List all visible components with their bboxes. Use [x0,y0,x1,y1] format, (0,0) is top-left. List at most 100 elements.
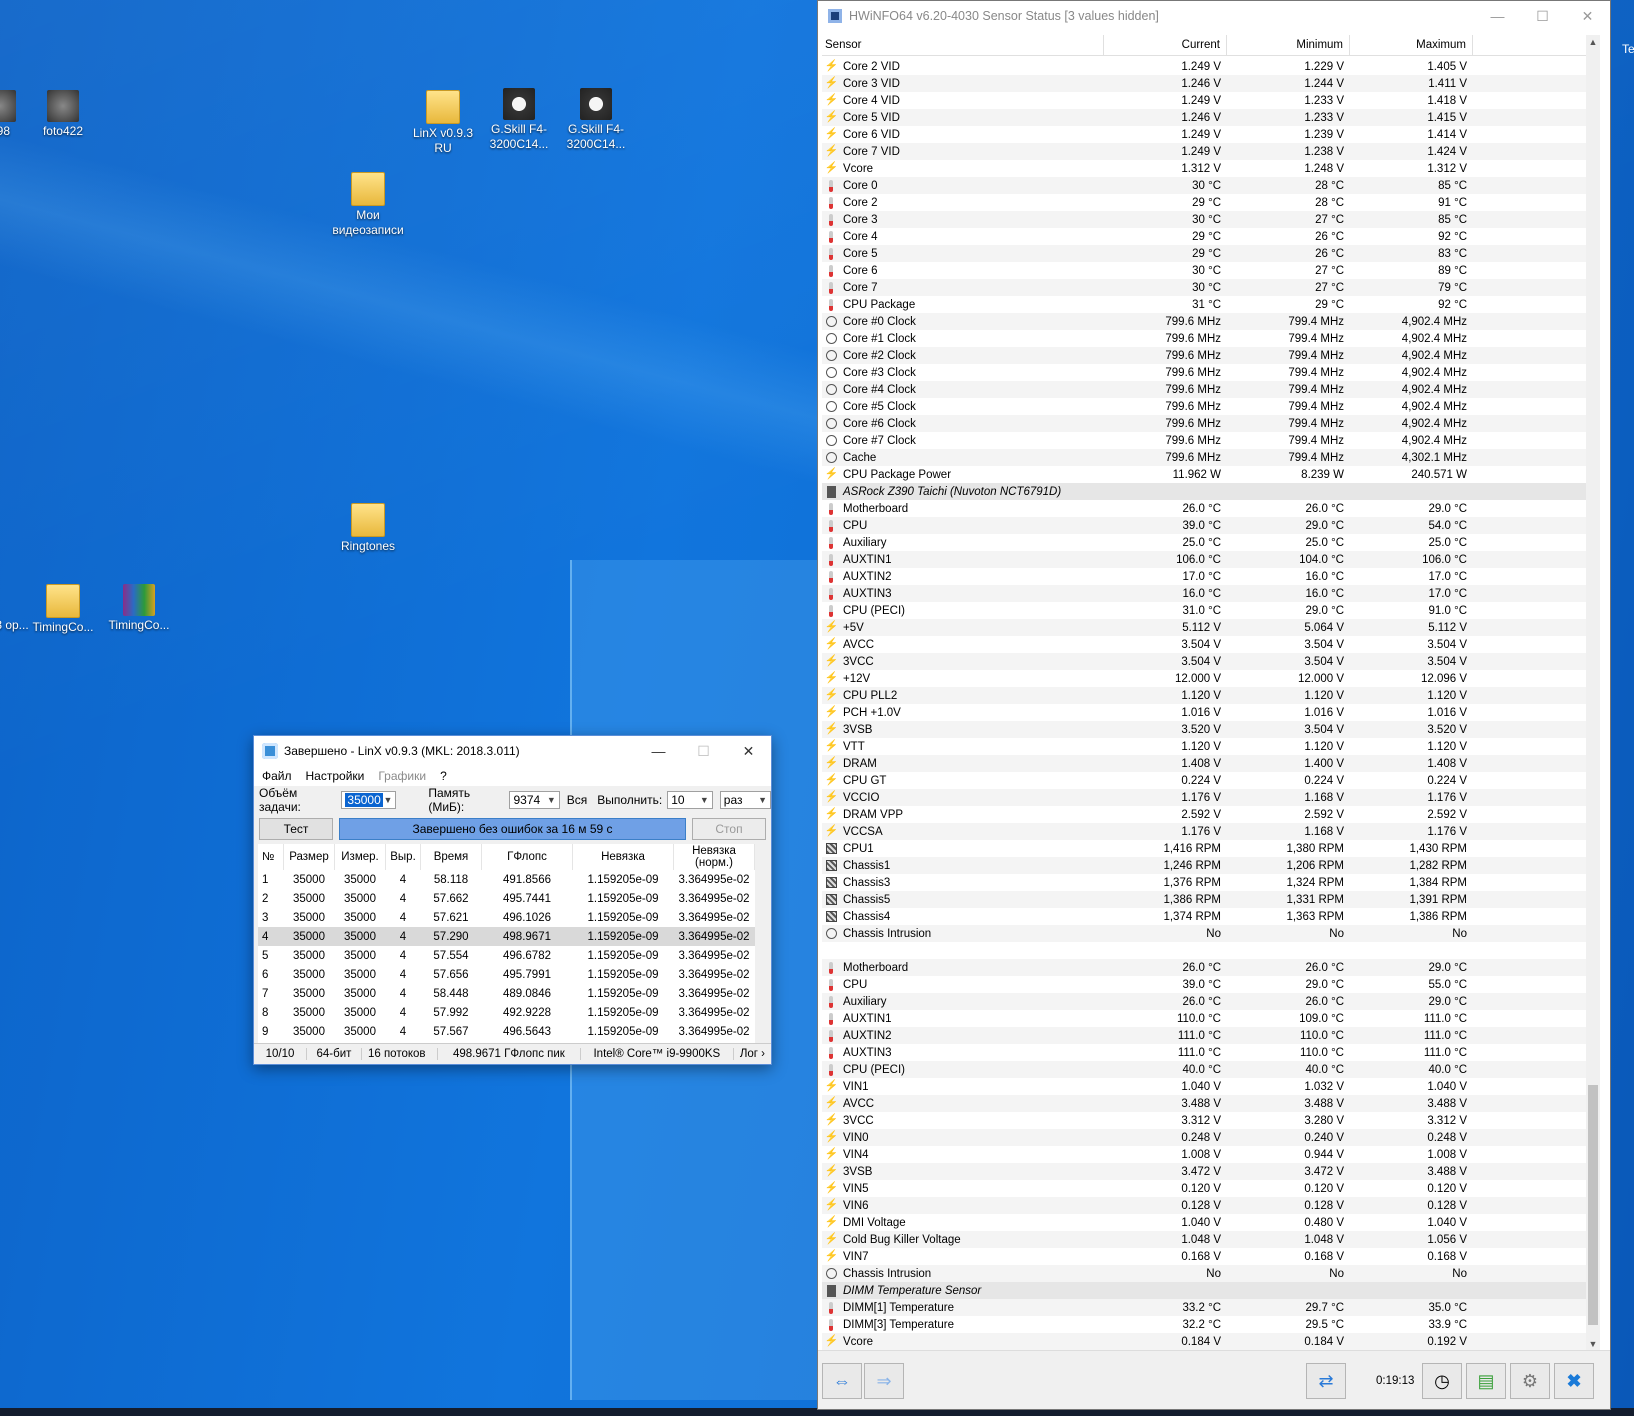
sensor-row[interactable]: ⚡ Core 6 VID 1.249 V 1.239 V 1.414 V [822,126,1592,143]
sensor-row[interactable]: CPU Package 31 °C 29 °C 92 °C [822,296,1592,313]
all-memory-link[interactable]: Вся [567,793,588,807]
gear-icon[interactable]: ⚙ [1510,1363,1550,1399]
sensor-row[interactable]: Chassis5 1,386 RPM 1,331 RPM 1,391 RPM [822,891,1592,908]
scroll-down-icon[interactable]: ▼ [1586,1339,1600,1349]
sensor-row[interactable]: CPU (PECI) 31.0 °C 29.0 °C 91.0 °C [822,602,1592,619]
sensor-row[interactable]: Auxiliary 25.0 °C 25.0 °C 25.0 °C [822,534,1592,551]
sensor-row[interactable]: ⚡ VIN4 1.008 V 0.944 V 1.008 V [822,1146,1592,1163]
sensor-row[interactable]: ⚡ AVCC 3.504 V 3.504 V 3.504 V [822,636,1592,653]
sensor-row[interactable]: AUXTIN3 16.0 °C 16.0 °C 17.0 °C [822,585,1592,602]
minimize-icon[interactable]: — [636,736,681,766]
column-header[interactable]: № [258,844,284,870]
sensor-row[interactable]: Chassis1 1,246 RPM 1,206 RPM 1,282 RPM [822,857,1592,874]
sensor-row[interactable]: Core 6 30 °C 27 °C 89 °C [822,262,1592,279]
table-row[interactable]: 3 35000 35000 4 57.621 496.1026 1.159205e-09 3.… [258,908,755,927]
sensor-row[interactable]: ⚡ Core 7 VID 1.249 V 1.238 V 1.424 V [822,143,1592,160]
sensor-row[interactable]: ⚡ Cold Bug Killer Voltage 1.048 V 1.048 V 1.… [822,1231,1592,1248]
desktop-icon[interactable]: TimingCo... [99,584,179,633]
sensor-row[interactable]: ⚡ CPU GT 0.224 V 0.224 V 0.224 V [822,772,1592,789]
scroll-up-icon[interactable]: ▲ [1586,37,1600,47]
sensor-row[interactable]: AUXTIN2 111.0 °C 110.0 °C 111.0 °C [822,1027,1592,1044]
log-button[interactable]: Лог › [734,1048,771,1060]
sensor-row[interactable]: Core #0 Clock 799.6 MHz 799.4 MHz 4,902.4 M… [822,313,1592,330]
sensor-row[interactable]: AUXTIN2 17.0 °C 16.0 °C 17.0 °C [822,568,1592,585]
table-row[interactable]: 7 35000 35000 4 58.448 489.0846 1.159205e-09 3.… [258,984,755,1003]
table-row[interactable]: 5 35000 35000 4 57.554 496.6782 1.159205e-09 3.… [258,946,755,965]
sensor-row[interactable]: Core 3 30 °C 27 °C 85 °C [822,211,1592,228]
column-header[interactable]: Размер [283,844,335,870]
sensor-row[interactable]: CPU1 1,416 RPM 1,380 RPM 1,430 RPM [822,840,1592,857]
sensor-row[interactable]: Core 4 29 °C 26 °C 92 °C [822,228,1592,245]
sensor-row[interactable]: DIMM[3] Temperature 32.2 °C 29.5 °C 33.9 °C [822,1316,1592,1333]
sensor-row[interactable]: Core 0 30 °C 28 °C 85 °C [822,177,1592,194]
sensor-row[interactable]: ⚡ CPU Package Power 11.962 W 8.239 W 240.571… [822,466,1592,483]
sensor-row[interactable]: Chassis3 1,376 RPM 1,324 RPM 1,384 RPM [822,874,1592,891]
close-icon[interactable]: ✖ [1554,1363,1594,1399]
sensor-row[interactable]: AUXTIN3 111.0 °C 110.0 °C 111.0 °C [822,1044,1592,1061]
column-header[interactable]: Невязка [572,844,674,870]
column-header[interactable]: Current [1104,35,1227,55]
sensor-row[interactable]: Core 7 30 °C 27 °C 79 °C [822,279,1592,296]
sensor-row[interactable]: ⚡ VCCIO 1.176 V 1.168 V 1.176 V [822,789,1592,806]
size-combo[interactable]: 35000 ▼ [341,791,397,809]
sensor-row[interactable]: ⚡ Core 2 VID 1.249 V 1.229 V 1.405 V [822,58,1592,75]
sensor-row[interactable]: ⚡ VIN6 0.128 V 0.128 V 0.128 V [822,1197,1592,1214]
sensor-row[interactable]: ⚡ PCH +1.0V 1.016 V 1.016 V 1.016 V [822,704,1592,721]
column-header[interactable]: Maximum [1350,35,1473,55]
desktop-icon[interactable]: G.Skill F4-3200C14... [479,88,559,152]
close-icon[interactable]: ✕ [1565,1,1610,31]
sensor-row[interactable]: Core #1 Clock 799.6 MHz 799.4 MHz 4,902.4 M… [822,330,1592,347]
column-header[interactable]: Невязка (норм.) [673,844,755,870]
sensor-row[interactable]: ⚡ VIN0 0.248 V 0.240 V 0.248 V [822,1129,1592,1146]
sensor-row[interactable]: DIMM[1] Temperature 33.2 °C 29.7 °C 35.0 °C [822,1299,1592,1316]
column-header[interactable]: ГФлопс [481,844,573,870]
sensor-row[interactable]: Motherboard 26.0 °C 26.0 °C 29.0 °C [822,959,1592,976]
clock-reset-icon[interactable]: ◷ [1422,1363,1462,1399]
column-header[interactable]: Minimum [1227,35,1350,55]
sensor-row[interactable]: ⚡ 3VCC 3.312 V 3.280 V 3.312 V [822,1112,1592,1129]
sensor-row[interactable]: ⚡ CPU PLL2 1.120 V 1.120 V 1.120 V [822,687,1592,704]
sensor-row[interactable]: Chassis Intrusion No No No [822,1265,1592,1282]
desktop-icon[interactable]: foto422 [23,90,103,139]
sensor-row[interactable]: ⚡ Vcore 0.184 V 0.184 V 0.192 V [822,1333,1592,1350]
table-row[interactable]: 9 35000 35000 4 57.567 496.5643 1.159205e-09 3.… [258,1022,755,1041]
network-icon[interactable]: ⇄ [1306,1363,1346,1399]
sensor-row[interactable]: ⚡ DRAM 1.408 V 1.400 V 1.408 V [822,755,1592,772]
sensor-row[interactable]: ⚡ +5V 5.112 V 5.064 V 5.112 V [822,619,1592,636]
close-icon[interactable]: ✕ [726,736,771,766]
sensor-group-row[interactable]: DIMM Temperature Sensor [822,1282,1592,1299]
sensor-row[interactable]: ⚡ 3VCC 3.504 V 3.504 V 3.504 V [822,653,1592,670]
sensor-row[interactable]: Core #5 Clock 799.6 MHz 799.4 MHz 4,902.4 M… [822,398,1592,415]
sensor-row[interactable]: ⚡ Core 3 VID 1.246 V 1.244 V 1.411 V [822,75,1592,92]
sensor-row[interactable]: ⚡ DRAM VPP 2.592 V 2.592 V 2.592 V [822,806,1592,823]
runs-unit-combo[interactable]: раз ▼ [719,791,771,809]
sensor-row[interactable]: ⚡ 3VSB 3.520 V 3.504 V 3.520 V [822,721,1592,738]
hwinfo-titlebar[interactable]: HWiNFO64 v6.20-4030 Sensor Status [3 val… [818,1,1610,31]
column-header[interactable]: Измер. [334,844,386,870]
sensor-row[interactable]: AUXTIN1 110.0 °C 109.0 °C 111.0 °C [822,1010,1592,1027]
sensor-row[interactable]: Core #7 Clock 799.6 MHz 799.4 MHz 4,902.4 M… [822,432,1592,449]
menu-file[interactable]: Файл [262,769,292,783]
table-row[interactable]: 8 35000 35000 4 57.992 492.9228 1.159205e-09 3.… [258,1003,755,1022]
sensor-row[interactable]: Motherboard 26.0 °C 26.0 °C 29.0 °C [822,500,1592,517]
sensor-row[interactable]: ⚡ VIN5 0.120 V 0.120 V 0.120 V [822,1180,1592,1197]
sensor-row[interactable]: Auxiliary 26.0 °C 26.0 °C 29.0 °C [822,993,1592,1010]
sensor-row[interactable]: ⚡ DMI Voltage 1.040 V 0.480 V 1.040 V [822,1214,1592,1231]
sensor-row[interactable]: ⚡ VIN1 1.040 V 1.032 V 1.040 V [822,1078,1592,1095]
sensor-row[interactable] [822,942,1592,959]
sensor-row[interactable]: Core #2 Clock 799.6 MHz 799.4 MHz 4,902.4 M… [822,347,1592,364]
sensor-row[interactable]: ⚡ AVCC 3.488 V 3.488 V 3.488 V [822,1095,1592,1112]
sensor-group-row[interactable]: ASRock Z390 Taichi (Nuvoton NCT6791D) [822,483,1592,500]
sensor-row[interactable]: ⚡ Vcore 1.312 V 1.248 V 1.312 V [822,160,1592,177]
linx-titlebar[interactable]: Завершено - LinX v0.9.3 (MKL: 2018.3.011… [254,736,771,766]
desktop-icon[interactable]: G.Skill F4-3200C14... [556,88,636,152]
runs-combo[interactable]: 10 ▼ [667,791,713,809]
sensor-row[interactable]: AUXTIN1 106.0 °C 104.0 °C 106.0 °C [822,551,1592,568]
test-button[interactable]: Тест [259,818,333,840]
column-header[interactable]: Sensor [822,35,1104,55]
desktop-icon[interactable]: LinX v0.9.3 RU [403,90,483,156]
sensor-row[interactable]: CPU (PECI) 40.0 °C 40.0 °C 40.0 °C [822,1061,1592,1078]
logging-icon[interactable]: ▤ [1466,1363,1506,1399]
sensor-row[interactable]: CPU 39.0 °C 29.0 °C 55.0 °C [822,976,1592,993]
sensor-row[interactable]: Cache 799.6 MHz 799.4 MHz 4,302.1 MHz [822,449,1592,466]
